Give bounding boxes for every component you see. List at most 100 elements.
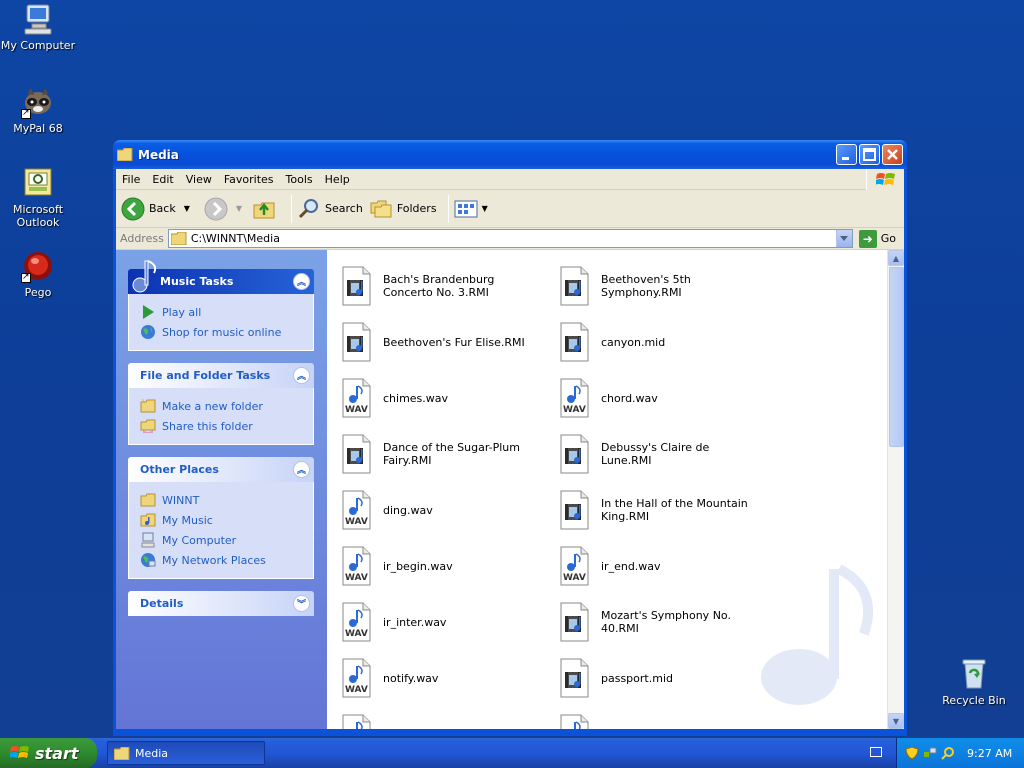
menu-help[interactable]: Help — [319, 173, 356, 186]
wav-file-icon: WAV — [557, 714, 591, 729]
menu-tools[interactable]: Tools — [280, 173, 319, 186]
share-folder-icon — [140, 419, 156, 433]
midi-file-icon — [557, 602, 591, 642]
windows-flag-icon — [10, 746, 29, 758]
search-label: Search — [325, 202, 363, 215]
file-item[interactable]: WAV ding.wav — [339, 482, 557, 538]
desktop-icon-outlook[interactable]: Microsoft Outlook — [0, 166, 76, 229]
network-icon — [141, 553, 156, 567]
forward-dropdown-icon[interactable]: ▼ — [236, 204, 242, 213]
file-folder-tasks-header[interactable]: File and Folder Tasks ︽ — [128, 363, 314, 388]
menu-view[interactable]: View — [180, 173, 218, 186]
wav-file-icon: WAV — [339, 602, 373, 642]
up-folder-button[interactable] — [252, 197, 280, 221]
clock[interactable]: 9:27 AM — [967, 747, 1012, 760]
details-header[interactable]: Details ︾ — [128, 591, 314, 616]
forward-button[interactable]: ▼ — [204, 197, 242, 221]
desktop-icon-pego[interactable]: Pego — [0, 249, 76, 299]
file-item[interactable]: Mozart's Symphony No. 40.RMI — [557, 594, 775, 650]
file-item[interactable]: In the Hall of the Mountain King.RMI — [557, 482, 775, 538]
task-shop-music[interactable]: Shop for music online — [140, 322, 303, 342]
task-share-folder[interactable]: Share this folder — [140, 416, 303, 436]
music-tasks-panel: Music Tasks ︽ Play all Shop for music on… — [128, 260, 314, 351]
file-name: ir_begin.wav — [383, 559, 453, 573]
wav-file-icon: WAV — [339, 378, 373, 418]
desktop-icon-mypal[interactable]: MyPal 68 — [0, 85, 76, 135]
window-titlebar[interactable]: Media — [113, 140, 907, 169]
file-list-view: Bach's Brandenburg Concerto No. 3.RMI Bee… — [327, 250, 904, 729]
views-button[interactable]: ▼ — [454, 199, 488, 219]
folder-icon — [114, 746, 130, 760]
address-dropdown-button[interactable] — [835, 230, 852, 247]
close-button[interactable] — [882, 144, 903, 165]
menu-edit[interactable]: Edit — [146, 173, 179, 186]
other-places-header[interactable]: Other Places ︽ — [128, 457, 314, 482]
place-my-network-places[interactable]: My Network Places — [140, 550, 303, 570]
file-item[interactable]: canyon.mid — [557, 314, 775, 370]
scroll-up-button[interactable]: ▲ — [888, 250, 904, 266]
back-dropdown-icon[interactable]: ▼ — [184, 204, 190, 213]
security-shield-icon[interactable] — [905, 746, 919, 760]
task-label: My Music — [162, 513, 213, 527]
keyboard-icon[interactable] — [870, 747, 882, 757]
task-play-all[interactable]: Play all — [140, 302, 303, 322]
desktop-icon-recycle-bin[interactable]: Recycle Bin — [936, 657, 1012, 707]
wav-file-icon: WAV — [339, 714, 373, 729]
shortcut-arrow-icon — [21, 107, 31, 120]
search-button[interactable]: Search — [297, 197, 363, 221]
collapse-icon[interactable]: ︽ — [293, 273, 310, 290]
folders-button[interactable]: Folders — [369, 197, 437, 221]
shortcut-arrow-icon — [21, 271, 31, 284]
file-item[interactable]: passport.mid — [557, 650, 775, 706]
file-item[interactable]: Beethoven's Fur Elise.RMI — [339, 314, 557, 370]
expand-icon[interactable]: ︾ — [293, 595, 310, 612]
toolbar-separator — [291, 194, 293, 223]
maximize-button[interactable] — [859, 144, 880, 165]
start-button[interactable]: start — [0, 738, 97, 768]
place-my-music[interactable]: My Music — [140, 510, 303, 530]
task-label: WINNT — [162, 493, 200, 507]
file-item[interactable]: WAV ir_end.wav — [557, 538, 775, 594]
network-status-icon[interactable] — [923, 746, 937, 760]
minimize-button[interactable] — [836, 144, 857, 165]
scroll-down-button[interactable]: ▼ — [888, 713, 904, 729]
file-item[interactable]: WAV ir_inter.wav — [339, 594, 557, 650]
file-item[interactable]: WAV recycle.wav — [339, 706, 557, 729]
window-content: Music Tasks ︽ Play all Shop for music on… — [116, 250, 904, 729]
file-item[interactable]: WAV notify.wav — [339, 650, 557, 706]
wav-file-icon: WAV — [339, 546, 373, 586]
file-name: recycle.wav — [383, 728, 543, 730]
task-new-folder[interactable]: Make a new folder — [140, 396, 303, 416]
back-button[interactable]: Back ▼ — [121, 197, 190, 221]
search-tray-icon[interactable] — [941, 746, 955, 760]
file-item[interactable]: WAV chord.wav — [557, 370, 775, 426]
collapse-icon[interactable]: ︽ — [293, 461, 310, 478]
go-button[interactable]: ➜ Go — [858, 229, 896, 248]
menu-file[interactable]: File — [116, 173, 146, 186]
window-title: Media — [138, 147, 179, 162]
music-tasks-header[interactable]: Music Tasks ︽ — [128, 260, 314, 294]
wav-file-icon: WAV — [339, 490, 373, 530]
file-item[interactable]: Beethoven's 5th Symphony.RMI — [557, 258, 775, 314]
file-item[interactable]: Bach's Brandenburg Concerto No. 3.RMI — [339, 258, 557, 314]
file-item[interactable]: WAV chimes.wav — [339, 370, 557, 426]
scroll-thumb[interactable] — [889, 267, 904, 447]
file-item[interactable]: WAV ir_begin.wav — [339, 538, 557, 594]
menu-bar: File Edit View Favorites Tools Help — [116, 169, 904, 190]
file-name: chord.wav — [601, 391, 658, 405]
taskbar-item-media[interactable]: Media — [107, 741, 265, 765]
place-winnt[interactable]: WINNT — [140, 490, 303, 510]
task-label: My Computer — [162, 533, 237, 547]
place-my-computer[interactable]: My Computer — [140, 530, 303, 550]
desktop-icon-my-computer[interactable]: My Computer — [0, 2, 76, 52]
vertical-scrollbar[interactable]: ▲ ▼ — [887, 250, 904, 729]
music-note-icon — [132, 260, 157, 293]
file-item[interactable]: Dance of the Sugar-Plum Fairy.RMI — [339, 426, 557, 482]
collapse-icon[interactable]: ︽ — [293, 367, 310, 384]
file-item[interactable]: WAV ringin.wav — [557, 706, 775, 729]
computer-icon — [141, 532, 155, 548]
file-item[interactable]: Debussy's Claire de Lune.RMI — [557, 426, 775, 482]
address-input[interactable]: C:\WINNT\Media — [167, 229, 853, 248]
wav-file-icon-label: WAV — [563, 405, 586, 415]
menu-favorites[interactable]: Favorites — [218, 173, 280, 186]
